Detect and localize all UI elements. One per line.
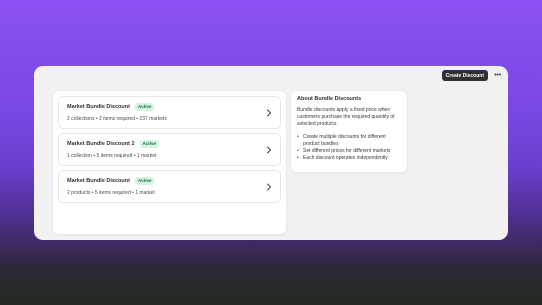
info-card: About Bundle Discounts Bundle discounts … xyxy=(291,91,407,172)
chevron-right-icon xyxy=(267,146,271,154)
discount-meta: 2 collections • 2 items required • 237 m… xyxy=(67,116,167,122)
discount-name: Market Bundle Discount xyxy=(67,103,130,110)
info-description: Bundle discounts apply a fixed price whe… xyxy=(297,107,395,128)
status-badge: Active xyxy=(134,102,155,111)
discount-name: Market Bundle Discount 2 xyxy=(67,140,135,147)
status-badge: Active xyxy=(134,176,155,185)
discount-item[interactable]: Market Bundle Discount 2 Active 1 collec… xyxy=(58,133,281,166)
more-actions-button[interactable]: ••• xyxy=(493,71,502,80)
ellipsis-icon: ••• xyxy=(494,72,501,79)
top-toolbar: Create Discount ••• xyxy=(441,70,502,81)
info-bullet: Each discount operates independently xyxy=(297,155,401,162)
discount-name: Market Bundle Discount xyxy=(67,177,130,184)
discount-list: Market Bundle Discount Active 2 collecti… xyxy=(53,91,286,234)
info-bullets: Create multiple discounts for different … xyxy=(297,134,401,163)
status-badge: Active xyxy=(139,139,160,148)
info-bullet: Set different prices for different marke… xyxy=(297,148,401,155)
discount-meta: 1 collection • 5 items required • 1 mark… xyxy=(67,153,157,159)
discount-item[interactable]: Market Bundle Discount Active 2 products… xyxy=(58,170,281,203)
create-discount-button[interactable]: Create Discount xyxy=(441,70,488,81)
chevron-right-icon xyxy=(267,109,271,117)
app-window: Create Discount ••• Market Bundle Discou… xyxy=(34,66,508,240)
chevron-right-icon xyxy=(267,183,271,191)
discount-item[interactable]: Market Bundle Discount Active 2 collecti… xyxy=(58,96,281,129)
info-title: About Bundle Discounts xyxy=(297,96,362,102)
info-bullet: Create multiple discounts for different … xyxy=(297,134,401,148)
discount-meta: 2 products • 5 items required • 1 market xyxy=(67,190,155,196)
